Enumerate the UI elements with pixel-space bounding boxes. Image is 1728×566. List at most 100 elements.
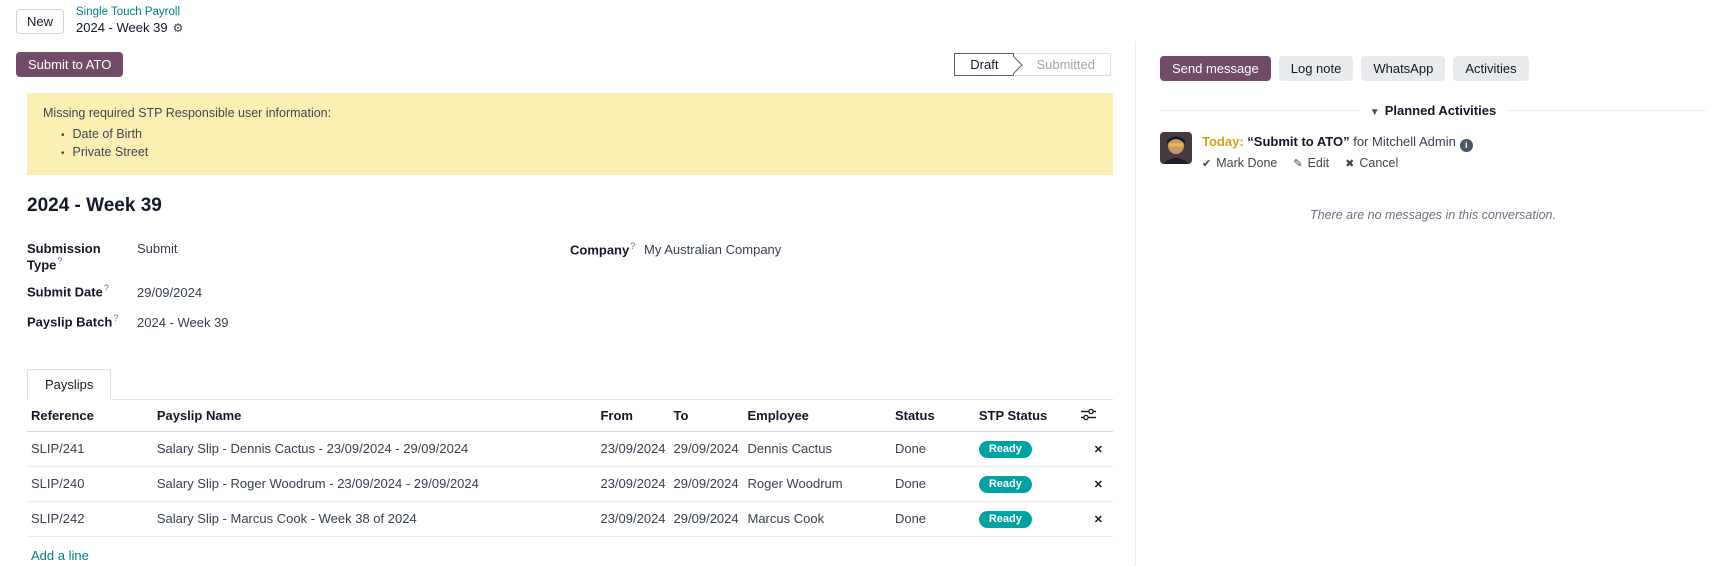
payslip-from[interactable]: 23/09/2024 [596, 466, 669, 501]
field-label: Payslip Batch? [27, 313, 137, 329]
payslip-name[interactable]: Salary Slip - Roger Woodrum - 23/09/2024… [153, 466, 597, 501]
payslip-name[interactable]: Salary Slip - Dennis Cactus - 23/09/2024… [153, 431, 597, 466]
help-marker: ? [104, 283, 109, 293]
fields-column-left: Submission Type? Submit Submit Date? 29/… [27, 241, 570, 343]
payslip-status[interactable]: Done [891, 501, 975, 536]
stp-status-badge: Ready [979, 476, 1032, 493]
header-payslip-name[interactable]: Payslip Name [153, 400, 597, 431]
header-reference[interactable]: Reference [27, 400, 153, 431]
activity-summary-line: Today: “Submit to ATO” for Mitchell Admi… [1202, 132, 1473, 152]
submit-date-value[interactable]: 29/09/2024 [137, 285, 202, 300]
payslip-batch-value[interactable]: 2024 - Week 39 [137, 315, 229, 330]
form-panel: Submit to ATO Draft Submitted Missing re… [0, 42, 1135, 566]
pencil-icon: ✎ [1293, 156, 1302, 173]
payslip-reference[interactable]: SLIP/241 [27, 431, 153, 466]
payslip-to[interactable]: 29/09/2024 [670, 431, 744, 466]
payslip-to[interactable]: 29/09/2024 [670, 466, 744, 501]
field-label: Submit Date? [27, 283, 137, 299]
company-value[interactable]: My Australian Company [644, 242, 781, 257]
warning-title: Missing required STP Responsible user in… [43, 106, 1097, 120]
breadcrumb-app-link[interactable]: Single Touch Payroll [76, 6, 183, 20]
payslips-table: Reference Payslip Name From To Employee … [27, 400, 1113, 537]
content-area: Submit to ATO Draft Submitted Missing re… [0, 42, 1728, 566]
check-icon: ✔ [1202, 156, 1211, 173]
help-marker: ? [630, 241, 635, 251]
stp-status-badge: Ready [979, 441, 1032, 458]
breadcrumb-record-label: 2024 - Week 39 [76, 20, 168, 36]
payslip-from[interactable]: 23/09/2024 [596, 431, 669, 466]
field-submission-type: Submission Type? Submit [27, 241, 570, 272]
warning-banner: Missing required STP Responsible user in… [27, 93, 1113, 175]
header-from[interactable]: From [596, 400, 669, 431]
form-sheet: Missing required STP Responsible user in… [0, 87, 1135, 566]
payslip-reference[interactable]: SLIP/242 [27, 501, 153, 536]
warning-item: Date of Birth [43, 126, 1097, 144]
submit-to-ato-button[interactable]: Submit to ATO [16, 52, 123, 77]
delete-row-icon[interactable]: ✕ [1088, 444, 1109, 456]
payslip-status[interactable]: Done [891, 466, 975, 501]
header-stp-status[interactable]: STP Status [975, 400, 1077, 431]
activity-actions: ✔Mark Done ✎Edit ✖Cancel [1202, 154, 1473, 173]
chatter-panel: Send message Log note WhatsApp Activitie… [1135, 42, 1728, 566]
activities-button[interactable]: Activities [1453, 56, 1528, 81]
info-icon[interactable]: i [1460, 139, 1473, 152]
top-bar: New Single Touch Payroll 2024 - Week 39 … [0, 0, 1728, 42]
statusbar-step-submitted[interactable]: Submitted [1014, 53, 1111, 76]
help-marker: ? [113, 313, 118, 323]
payslip-reference[interactable]: SLIP/240 [27, 466, 153, 501]
submission-type-value[interactable]: Submit [137, 241, 177, 256]
add-a-line-link[interactable]: Add a line [27, 537, 93, 566]
field-label: Submission Type? [27, 241, 137, 272]
action-row: Submit to ATO Draft Submitted [0, 42, 1135, 87]
field-company: Company? My Australian Company [570, 241, 1113, 260]
gear-icon[interactable]: ⚙ [173, 21, 184, 35]
payslip-to[interactable]: 29/09/2024 [670, 501, 744, 536]
payslip-employee[interactable]: Dennis Cactus [743, 431, 890, 466]
payslip-name[interactable]: Salary Slip - Marcus Cook - Week 38 of 2… [153, 501, 597, 536]
optional-columns-icon[interactable] [1081, 408, 1096, 424]
edit-activity-button[interactable]: ✎Edit [1293, 154, 1329, 173]
activity-item: Today: “Submit to ATO” for Mitchell Admi… [1160, 132, 1706, 174]
tab-payslips[interactable]: Payslips [27, 369, 111, 400]
whatsapp-button[interactable]: WhatsApp [1361, 56, 1445, 81]
table-row: SLIP/241 Salary Slip - Dennis Cactus - 2… [27, 431, 1113, 466]
activity-summary: “Submit to ATO” [1247, 134, 1349, 149]
field-label: Company? [570, 241, 644, 257]
chevron-down-icon: ▼ [1370, 107, 1380, 118]
payslip-table-body: SLIP/241 Salary Slip - Dennis Cactus - 2… [27, 431, 1113, 536]
payslip-status[interactable]: Done [891, 431, 975, 466]
header-status[interactable]: Status [891, 400, 975, 431]
payslip-employee[interactable]: Roger Woodrum [743, 466, 890, 501]
close-icon: ✖ [1345, 156, 1354, 173]
send-message-button[interactable]: Send message [1160, 56, 1271, 81]
warning-item: Private Street [43, 144, 1097, 162]
mark-done-button[interactable]: ✔Mark Done [1202, 154, 1277, 173]
delete-row-icon[interactable]: ✕ [1088, 479, 1109, 491]
page-title: 2024 - Week 39 [27, 195, 1113, 217]
statusbar: Draft Submitted [954, 53, 1111, 76]
delete-row-icon[interactable]: ✕ [1088, 514, 1109, 526]
activity-due-today: Today: [1202, 134, 1244, 149]
table-row: SLIP/242 Salary Slip - Marcus Cook - Wee… [27, 501, 1113, 536]
new-button[interactable]: New [16, 9, 64, 34]
planned-activities-label: ▼Planned Activities [1370, 103, 1496, 118]
cancel-activity-button[interactable]: ✖Cancel [1345, 154, 1398, 173]
planned-activities-header[interactable]: ▼Planned Activities [1160, 103, 1706, 118]
table-header-row: Reference Payslip Name From To Employee … [27, 400, 1113, 431]
header-to[interactable]: To [670, 400, 744, 431]
field-payslip-batch: Payslip Batch? 2024 - Week 39 [27, 313, 570, 332]
fields-grid: Submission Type? Submit Submit Date? 29/… [27, 241, 1113, 343]
payslip-from[interactable]: 23/09/2024 [596, 501, 669, 536]
fields-column-right: Company? My Australian Company [570, 241, 1113, 343]
payslip-employee[interactable]: Marcus Cook [743, 501, 890, 536]
help-marker: ? [57, 256, 62, 266]
avatar[interactable] [1160, 132, 1192, 164]
breadcrumb: Single Touch Payroll 2024 - Week 39 ⚙ [76, 6, 183, 35]
notebook-tabs: Payslips [27, 369, 1113, 400]
header-employee[interactable]: Employee [743, 400, 890, 431]
chatter-buttons: Send message Log note WhatsApp Activitie… [1160, 56, 1706, 81]
statusbar-step-draft[interactable]: Draft [954, 53, 1014, 76]
log-note-button[interactable]: Log note [1279, 56, 1354, 81]
stp-status-badge: Ready [979, 511, 1032, 528]
table-row: SLIP/240 Salary Slip - Roger Woodrum - 2… [27, 466, 1113, 501]
